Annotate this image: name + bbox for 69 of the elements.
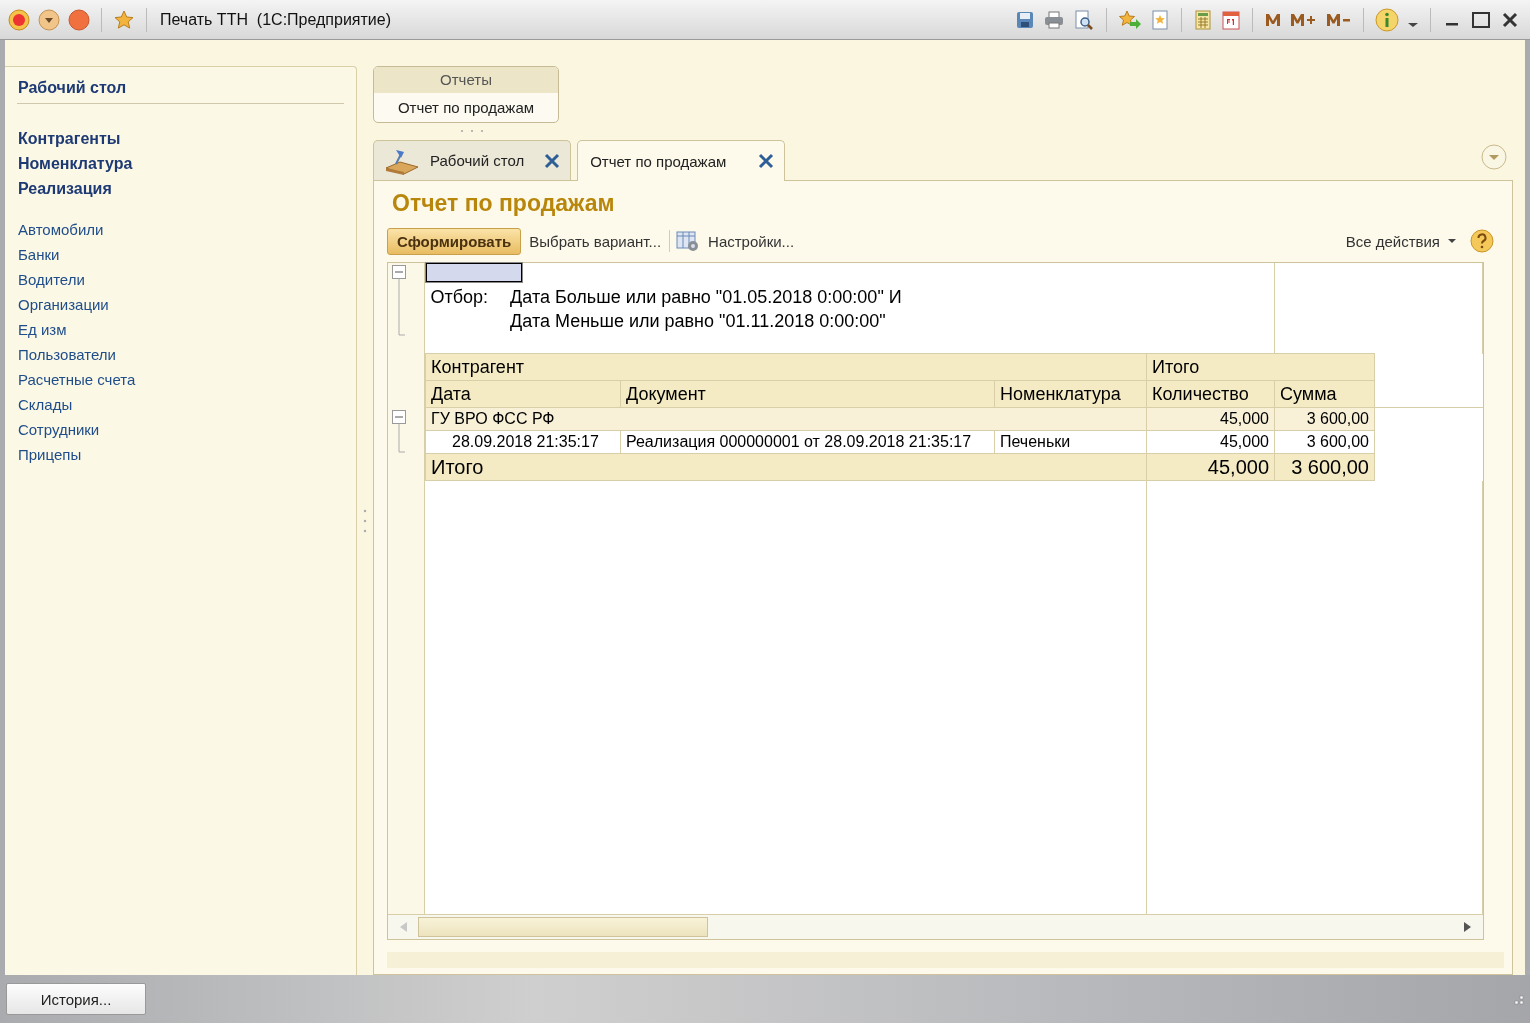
table-cell: Печеньки — [994, 430, 1147, 454]
column-header: Дата — [425, 380, 621, 408]
total-label: Итого — [425, 453, 1147, 481]
sidebar-link[interactable]: Расчетные счета — [18, 367, 344, 392]
resize-grip-icon[interactable] — [1511, 992, 1525, 1006]
table-cell: Реализация 000000001 от 28.09.2018 21:35:17 — [620, 430, 995, 454]
circle-icon[interactable] — [68, 8, 90, 31]
outline-toggle-icon[interactable] — [391, 407, 407, 453]
column-header: Количество — [1146, 380, 1275, 408]
report-link[interactable]: Отчет по продажам — [374, 93, 558, 122]
sidebar-link[interactable]: Склады — [18, 392, 344, 417]
table-cell: 3 600,00 — [1274, 430, 1375, 454]
filter-condition: Дата Больше или равно "01.05.2018 0:00:00" И — [510, 286, 902, 309]
selected-cell[interactable] — [425, 263, 522, 282]
close-icon[interactable] — [758, 153, 775, 169]
preview-icon[interactable] — [1073, 9, 1095, 30]
sidebar-link[interactable]: Автомобили — [18, 217, 344, 242]
sidebar-link[interactable]: Пользователи — [18, 342, 344, 367]
info-icon[interactable] — [1375, 7, 1399, 32]
sidebar-section-link[interactable]: Контрагенты — [18, 128, 344, 149]
bookmark-icon[interactable] — [1150, 9, 1170, 30]
table-cell: 45,000 — [1146, 430, 1275, 454]
generate-button[interactable]: Сформировать — [387, 227, 522, 255]
filter-label: Отбор: — [430, 286, 489, 309]
maximize-icon[interactable] — [1470, 9, 1492, 30]
group-title: Отчеты — [374, 67, 558, 93]
column-header: Номенклатура — [994, 380, 1147, 408]
settings-icon[interactable] — [676, 230, 701, 252]
table-cell: 45,000 — [1146, 407, 1275, 431]
column-header: Итого — [1146, 353, 1375, 381]
calculator-icon[interactable] — [1193, 9, 1213, 30]
sidebar-link[interactable]: Банки — [18, 242, 344, 267]
scrollbar-thumb[interactable] — [418, 917, 708, 937]
caret-icon — [1448, 238, 1456, 244]
total-cell: 45,000 — [1146, 453, 1275, 481]
sidebar-link[interactable]: Организации — [18, 292, 344, 317]
window-title: Печать ТТН (1С:Предприятие) — [160, 10, 391, 29]
column-header: Контрагент — [425, 353, 1147, 381]
settings-button[interactable]: Настройки... — [706, 232, 797, 250]
save-icon[interactable] — [1015, 9, 1035, 30]
logo-icon[interactable] — [8, 8, 30, 31]
star-arrow-icon[interactable] — [1118, 9, 1142, 30]
table-cell: 28.09.2018 21:35:17 — [425, 430, 621, 454]
tab[interactable]: Отчет по продажам — [577, 140, 786, 181]
close-icon[interactable] — [544, 152, 561, 169]
all-actions-menu[interactable]: Все действия — [1343, 232, 1442, 250]
sidebar-link[interactable]: Сотрудники — [18, 417, 344, 442]
column-header: Сумма — [1274, 380, 1375, 408]
help-icon[interactable] — [1470, 229, 1494, 253]
horizontal-scrollbar[interactable] — [388, 914, 1483, 939]
group-cell: ГУ ВРО ФСС РФ — [425, 407, 1147, 431]
page-title: Отчет по продажам — [391, 189, 616, 218]
sidebar-link[interactable]: Ед изм — [18, 317, 344, 342]
outline-toggle-icon[interactable] — [391, 264, 407, 336]
tab[interactable]: Рабочий стол — [373, 140, 572, 180]
sidebar-title[interactable]: Рабочий стол — [17, 79, 344, 104]
sidebar-link[interactable]: Водители — [18, 267, 344, 292]
choose-variant-button[interactable]: Выбрать вариант... — [527, 232, 664, 250]
filter-condition: Дата Меньше или равно "01.11.2018 0:00:00" — [510, 310, 887, 333]
dropdown-icon[interactable] — [38, 8, 60, 31]
sidebar-section-link[interactable]: Номенклатура — [18, 153, 344, 174]
calendar-icon[interactable] — [1221, 9, 1241, 30]
sidebar-link[interactable]: Прицепы — [18, 442, 344, 467]
print-icon[interactable] — [1043, 9, 1065, 30]
star-icon[interactable] — [113, 8, 135, 31]
history-button[interactable]: История... — [6, 983, 146, 1015]
sidebar-section-link[interactable]: Реализация — [18, 178, 344, 199]
total-cell: 3 600,00 — [1274, 453, 1375, 481]
column-header: Документ — [620, 380, 995, 408]
